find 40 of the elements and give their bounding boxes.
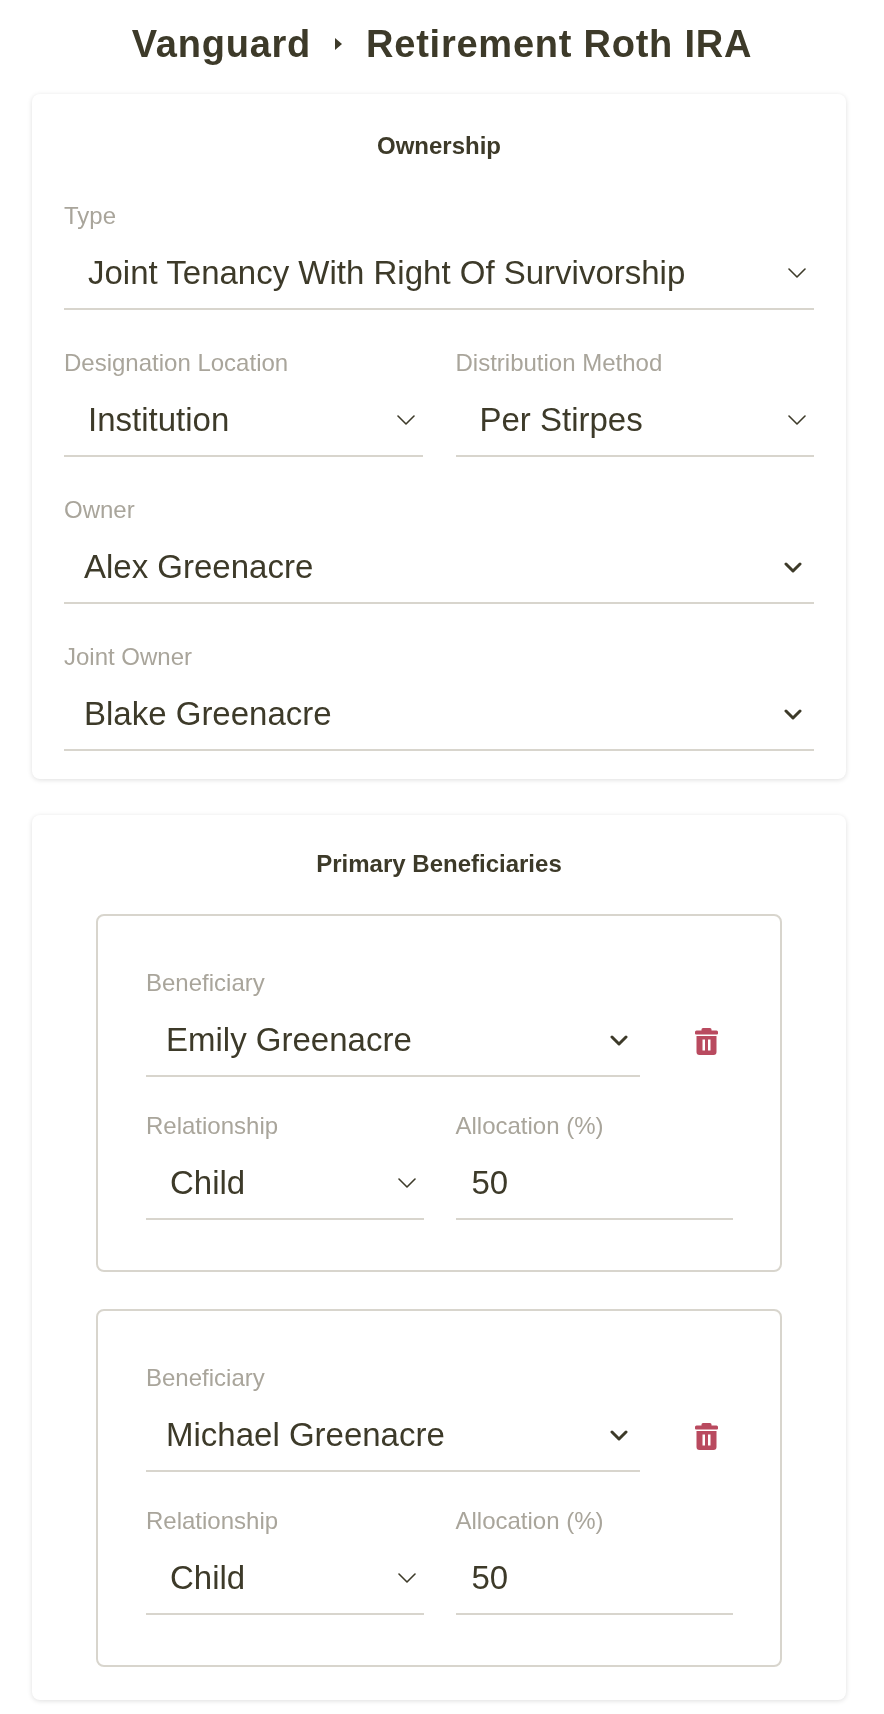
card-title: Ownership bbox=[377, 131, 501, 161]
chevron-down-icon bbox=[397, 1573, 416, 1583]
dropdown-select[interactable]: Emily Greenacre bbox=[146, 1005, 640, 1077]
field-label: Beneficiary bbox=[146, 1363, 265, 1393]
chevron-down-icon bbox=[784, 708, 802, 720]
chevron-down-icon bbox=[397, 1178, 416, 1188]
trash-icon bbox=[695, 1028, 718, 1055]
field-label: Designation Location bbox=[64, 348, 289, 378]
number-input[interactable]: 50 bbox=[455, 1543, 733, 1615]
breadcrumb-link[interactable]: Vanguard bbox=[131, 20, 312, 68]
dropdown-select[interactable]: Child bbox=[146, 1148, 424, 1220]
trash-icon bbox=[695, 1423, 718, 1450]
field-label: Owner bbox=[64, 495, 135, 525]
chevron-down-icon bbox=[788, 415, 806, 425]
card-title: Primary Beneficiaries bbox=[316, 849, 562, 879]
chevron-down-icon bbox=[788, 268, 806, 278]
field-label: Joint Owner bbox=[64, 642, 193, 672]
delete-button[interactable] bbox=[695, 1028, 718, 1055]
chevron-down-icon bbox=[396, 415, 415, 425]
caret-right-icon bbox=[335, 38, 343, 50]
field-label: Beneficiary bbox=[146, 968, 265, 998]
field-label: Relationship bbox=[146, 1111, 279, 1141]
field-label: Allocation (%) bbox=[455, 1111, 604, 1141]
dropdown-select[interactable]: Institution bbox=[64, 385, 423, 457]
field-label: Type bbox=[64, 201, 117, 231]
chevron-down-icon bbox=[610, 1034, 628, 1046]
dropdown-select[interactable]: Child bbox=[146, 1543, 424, 1615]
field-label: Distribution Method bbox=[455, 348, 663, 378]
number-input[interactable]: 50 bbox=[455, 1148, 733, 1220]
page-title: Retirement Roth IRA bbox=[366, 22, 753, 67]
delete-button[interactable] bbox=[695, 1423, 718, 1450]
chevron-down-icon bbox=[610, 1429, 628, 1441]
chevron-down-icon bbox=[784, 561, 802, 573]
dropdown-select[interactable]: Michael Greenacre bbox=[146, 1400, 640, 1472]
field-label: Allocation (%) bbox=[455, 1506, 604, 1536]
dropdown-select[interactable]: Joint Tenancy With Right Of Survivorship bbox=[64, 238, 814, 310]
dropdown-select[interactable]: Per Stirpes bbox=[455, 385, 814, 457]
field-label: Relationship bbox=[146, 1506, 279, 1536]
dropdown-select[interactable]: Blake Greenacre bbox=[64, 679, 814, 751]
dropdown-select[interactable]: Alex Greenacre bbox=[64, 532, 814, 604]
